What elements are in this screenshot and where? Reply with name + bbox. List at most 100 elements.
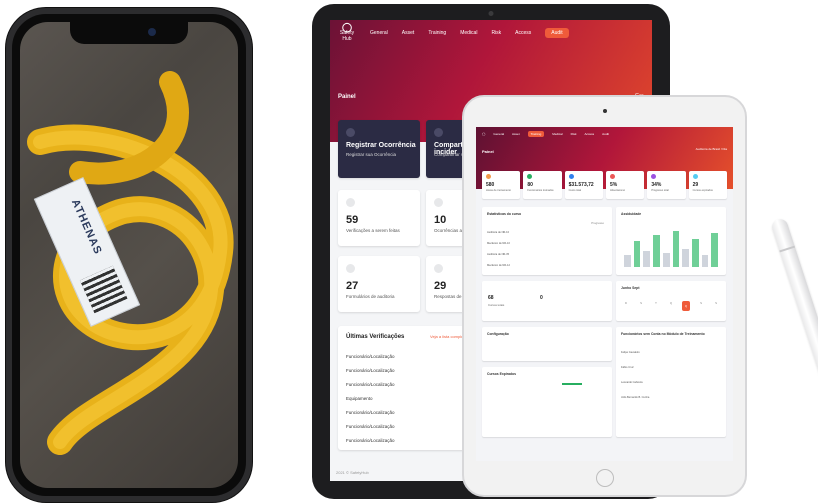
- bar: [662, 253, 670, 267]
- employee-row[interactable]: Fábio Cruz: [621, 366, 721, 369]
- stat-card[interactable]: 27 Formulários de auditoria: [338, 256, 420, 312]
- kpi-label: Custo total: [568, 189, 582, 192]
- stat-value: 29: [434, 280, 447, 292]
- nav-asset[interactable]: Asset: [402, 30, 415, 36]
- kpi-card[interactable]: 29 Cursos expirados: [688, 171, 727, 199]
- camera-icon: [488, 11, 494, 16]
- nav-risk[interactable]: Risk: [571, 132, 577, 136]
- app-logo[interactable]: ◯ Safety Hub: [338, 23, 356, 43]
- stat-value: 27: [346, 280, 359, 292]
- phone-bezel: ATHENAS: [12, 14, 246, 496]
- user-menu[interactable]: Auditoria de Brasil / Dia: [696, 147, 727, 151]
- total-courses-value: 68: [488, 295, 494, 301]
- panel-title: Junho Sept: [621, 286, 640, 290]
- users-icon: [527, 174, 533, 179]
- expired-courses-panel: Cursos Expirados: [482, 367, 612, 437]
- camera-icon: [602, 109, 607, 113]
- bar: [624, 255, 631, 267]
- kpi-card[interactable]: 34% Progresso total: [647, 171, 686, 199]
- document-icon: [434, 264, 443, 273]
- course-list: Auditoria de NR-10 Mecânico de NR-10 Aud…: [487, 231, 607, 267]
- employees-without-account-panel: Funcionários sem Conta no Módulo de Trei…: [616, 327, 726, 437]
- kpi-value: $31.573,72: [568, 182, 594, 188]
- bar: [672, 231, 680, 267]
- money-icon: [568, 174, 574, 179]
- day[interactable]: Q: [667, 301, 675, 311]
- attendance-chart-panel: Assiduidade: [616, 207, 726, 275]
- day-selected[interactable]: Q: [682, 301, 690, 311]
- nav-access[interactable]: Access: [515, 30, 531, 36]
- progress-bar: [562, 383, 582, 385]
- kpi-label: Absenteísmo: [609, 189, 626, 192]
- smartphone: ATHENAS: [6, 8, 252, 502]
- kpi-card[interactable]: $31.573,72 Custo total: [564, 171, 603, 199]
- list-item[interactable]: Funcionário/Localização: [346, 382, 404, 387]
- logo-name: Safety Hub: [339, 30, 355, 42]
- top-nav: ◯ General Asset Training Medical Risk Ac…: [476, 127, 733, 141]
- employee-list: Felipe Cavaleiro Fábio Cruz Leonardo Cab…: [621, 351, 721, 399]
- nav-risk[interactable]: Risk: [491, 30, 501, 36]
- kpi-card[interactable]: 580 Horas de treinamento: [482, 171, 521, 199]
- nav-training[interactable]: Training: [527, 131, 545, 137]
- nav-general[interactable]: General: [370, 30, 388, 36]
- nav-training[interactable]: Training: [428, 30, 446, 36]
- card-subtitle: Compartilhar s: [434, 152, 464, 157]
- home-button[interactable]: [595, 469, 614, 487]
- document-icon: [346, 264, 355, 273]
- list-item[interactable]: Funcionário/Localização: [346, 438, 404, 443]
- register-occurrence-card[interactable]: Registrar Ocorrência Registrar sua Ocorr…: [338, 120, 420, 178]
- kpi-card[interactable]: 5% Absenteísmo: [605, 171, 645, 199]
- stat-card[interactable]: 59 Verificações a serem feitas: [338, 190, 420, 246]
- kpi-value: 29: [692, 182, 699, 188]
- course-count-panel: 68 Cursos totais 0: [482, 281, 612, 321]
- clock-icon: [486, 174, 491, 179]
- panel-title: Configuração: [487, 332, 509, 336]
- tablet-white-screen: ◯ General Asset Training Medical Risk Ac…: [476, 127, 733, 461]
- day[interactable]: S: [637, 301, 645, 311]
- kpi-label: Progresso total: [651, 189, 669, 192]
- phone-notch: [70, 22, 188, 44]
- alert-icon: [609, 174, 615, 179]
- yellow-strap-image: [27, 71, 234, 455]
- list-item[interactable]: Funcionário/Localização: [346, 424, 404, 429]
- employee-row[interactable]: Leonardo Cabreira: [621, 381, 721, 384]
- list-item[interactable]: Funcionário/Localização: [346, 354, 404, 359]
- nav-audit[interactable]: Audit: [545, 28, 569, 38]
- bar: [701, 255, 709, 267]
- nav-general[interactable]: General: [493, 132, 504, 136]
- stat-value: 10: [434, 214, 447, 226]
- day[interactable]: D: [622, 301, 630, 311]
- logo-icon[interactable]: ◯: [482, 132, 485, 136]
- course-row[interactable]: Auditoria de NR-35: [487, 253, 607, 256]
- secondary-count: 0: [540, 295, 543, 301]
- nav-medical[interactable]: Medical: [460, 30, 477, 36]
- nav-medical[interactable]: Medical: [552, 132, 562, 136]
- panel-title: Cursos Expirados: [487, 372, 517, 376]
- employee-row[interactable]: Júlio Bernardo B. Cunha: [621, 396, 721, 399]
- bar: [633, 241, 641, 267]
- progress-icon: [651, 174, 657, 179]
- stat-label: Formulários de auditoria: [346, 294, 395, 299]
- list-item[interactable]: Equipamento: [346, 396, 404, 401]
- day[interactable]: S: [712, 301, 720, 311]
- phone-screen: ATHENAS: [20, 22, 238, 488]
- kpi-value: 580: [486, 182, 495, 188]
- kpi-value: 34%: [651, 182, 662, 188]
- course-row[interactable]: Mecânico de NR-12: [487, 264, 607, 267]
- course-row[interactable]: Auditoria de NR-10: [487, 231, 607, 234]
- nav-asset[interactable]: Asset: [512, 132, 520, 136]
- tablet-white: ◯ General Asset Training Medical Risk Ac…: [462, 95, 747, 497]
- day[interactable]: S: [697, 301, 705, 311]
- list-item[interactable]: Funcionário/Localização: [346, 410, 404, 415]
- day[interactable]: T: [652, 301, 660, 311]
- nav-access[interactable]: Access: [584, 132, 594, 136]
- list-item[interactable]: Funcionário/Localização: [346, 368, 404, 373]
- bar: [653, 235, 660, 267]
- kpi-label: Horas de treinamento: [486, 189, 511, 192]
- nav-audit[interactable]: Audit: [602, 132, 609, 136]
- course-row[interactable]: Mecânico de NR-10: [487, 242, 607, 245]
- kpi-value: 5%: [609, 182, 618, 188]
- kpi-card[interactable]: 80 Funcionários treinados: [523, 171, 562, 199]
- employee-row[interactable]: Felipe Cavaleiro: [621, 351, 721, 354]
- qr-code-icon: [79, 265, 128, 314]
